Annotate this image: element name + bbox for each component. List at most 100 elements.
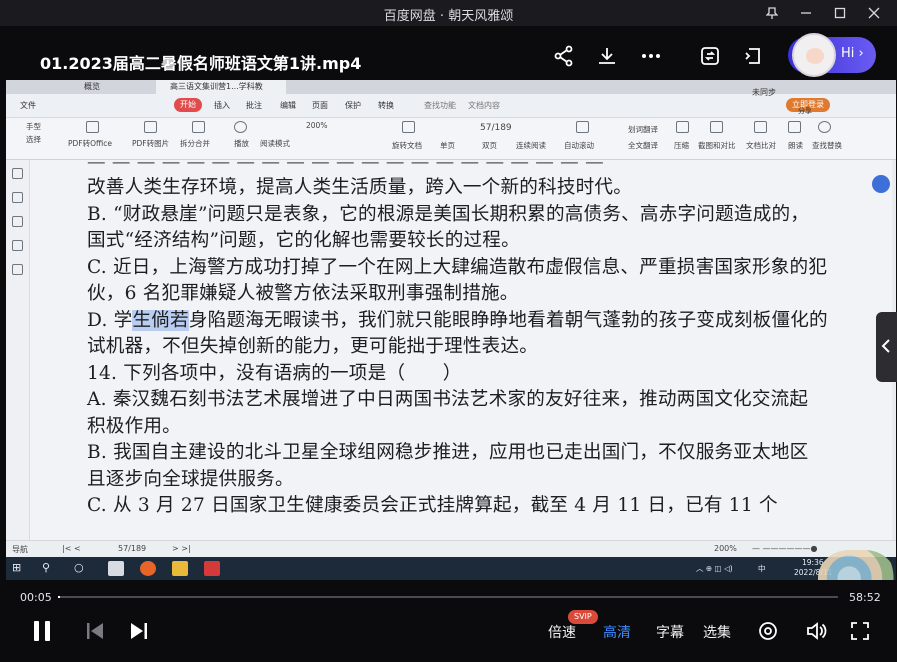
menu-insert[interactable]: 插入: [214, 100, 230, 111]
menu-start[interactable]: 开始: [174, 98, 202, 112]
wps-tab[interactable]: 概览: [70, 80, 100, 94]
menu-unsync[interactable]: 未同步: [752, 87, 776, 98]
firefox-icon[interactable]: [140, 561, 156, 576]
status-nav[interactable]: 导航: [12, 544, 28, 555]
tool-full-translate[interactable]: 全文翻译: [628, 140, 658, 151]
read-aloud-icon: [788, 121, 801, 133]
tool-auto-scroll[interactable]: 自动滚动: [564, 140, 594, 151]
close-button[interactable]: [857, 2, 891, 24]
menu-share[interactable]: 分享: [798, 106, 812, 116]
tool-double-page[interactable]: 双页: [482, 140, 497, 151]
play-icon: [234, 121, 247, 133]
minimize-button[interactable]: [789, 2, 823, 24]
doc-line: 积极作用。: [87, 416, 181, 437]
doc-line: B. 我国自主建设的北斗卫星全球组网稳步推进，应用也已走出国门，不仅服务亚太地区: [87, 442, 809, 463]
fullscreen-icon[interactable]: [847, 618, 873, 644]
bookmark-icon[interactable]: [12, 168, 23, 179]
store-icon[interactable]: [108, 561, 124, 576]
tool-compress[interactable]: 压缩: [674, 140, 689, 151]
menu-edit[interactable]: 编辑: [280, 100, 296, 111]
menu-search-feature[interactable]: 查找功能: [424, 100, 456, 111]
auto-scroll-icon: [576, 121, 589, 133]
zoom-slider[interactable]: — ——————●: [752, 544, 818, 553]
tool-pdf-office[interactable]: PDF转Office: [68, 138, 112, 149]
wps-app-icon[interactable]: [204, 561, 220, 576]
status-zoom[interactable]: 200%: [714, 544, 737, 553]
wps-menu-bar: 文件 开始 插入 批注 编辑 页面 保护 转换 查找功能 文档内容 立即登录 未…: [6, 88, 896, 118]
tool-read-aloud[interactable]: 朗读: [788, 140, 803, 151]
menu-protect[interactable]: 保护: [345, 100, 361, 111]
previous-button[interactable]: [81, 617, 109, 645]
maximize-button[interactable]: [823, 2, 857, 24]
pause-button[interactable]: [28, 617, 56, 645]
download-icon[interactable]: [594, 43, 620, 69]
tool-page-indicator[interactable]: 57/189: [480, 123, 512, 133]
video-title: 01.2023届高二暑假名师班语文第1讲.mp4: [40, 54, 362, 73]
wps-toolbar: 手型 选择 PDF转Office PDF转图片 拆分合并 200% 播放 阅读模…: [6, 118, 896, 160]
window-titlebar: 百度网盘 · 朝天风雅颂: [0, 0, 897, 26]
tool-read-mode[interactable]: 阅读模式: [260, 138, 290, 149]
quality-button[interactable]: 高清: [603, 622, 631, 642]
menu-page[interactable]: 页面: [312, 100, 328, 111]
tool-find-replace[interactable]: 查找替换: [812, 140, 842, 151]
tool-screenshot-compare[interactable]: 截图和对比: [698, 140, 736, 151]
share-icon[interactable]: [551, 43, 577, 69]
tool-play[interactable]: 播放: [234, 138, 249, 149]
screen-switch-icon[interactable]: [697, 43, 723, 69]
video-frame[interactable]: 概览 高三语文集训营1...学科教材.pdf 文件 开始 插入 批注 编辑 页面…: [6, 80, 896, 580]
compress-icon: [676, 121, 689, 133]
doc-line: 且逐步向全球提供服务。: [87, 469, 294, 490]
wps-tab-active[interactable]: 高三语文集训营1...学科教材.pdf: [156, 80, 286, 105]
subtitle-button[interactable]: 字幕: [656, 622, 684, 642]
pin-button[interactable]: [755, 2, 789, 24]
tray-icons[interactable]: ︿ ⊕ ◫ ◁): [696, 563, 733, 574]
float-tool-button[interactable]: [872, 175, 890, 193]
pause-icon: [34, 621, 50, 641]
comment-icon[interactable]: [12, 216, 23, 227]
assistant-button[interactable]: Hi ›: [788, 33, 876, 77]
status-next-icon[interactable]: > >|: [172, 544, 191, 553]
pip-icon[interactable]: [741, 43, 767, 69]
episode-button[interactable]: 选集: [703, 622, 731, 642]
side-panel-handle[interactable]: [876, 312, 897, 382]
tool-pdf-image[interactable]: PDF转图片: [132, 138, 169, 149]
windows-start-icon[interactable]: ⊞: [12, 561, 21, 574]
doc-line: A. 秦汉魏石刻书法艺术展增进了中日两国书法艺术家的友好往来，推动两国文化交流起: [87, 389, 809, 410]
tool-continuous[interactable]: 连续阅读: [516, 140, 546, 151]
progress-fill: [58, 596, 60, 598]
next-button[interactable]: [125, 617, 153, 645]
status-prev-icon[interactable]: |< <: [62, 544, 81, 553]
more-icon[interactable]: [638, 43, 664, 69]
explorer-icon[interactable]: [172, 561, 188, 576]
speed-button[interactable]: 倍速: [548, 622, 576, 642]
doc-line: 伙，6 名犯罪嫌疑人被警方依法采取刑事强制措施。: [87, 283, 519, 304]
screenshot-compare-icon: [710, 121, 723, 133]
ime-indicator[interactable]: 中: [758, 563, 766, 574]
document-page[interactable]: — — — — — — — — — — — — — — — — — — — — …: [30, 160, 892, 540]
tool-split-merge[interactable]: 拆分合并: [180, 138, 210, 149]
tool-translate[interactable]: 划词翻译: [628, 124, 658, 135]
settings-icon[interactable]: [755, 618, 781, 644]
task-view-icon[interactable]: ○: [74, 561, 84, 574]
wps-status-bar: 导航 |< < 57/189 > >| 200% — ——————●: [6, 540, 896, 557]
tool-rotate[interactable]: 旋转文档: [392, 140, 422, 151]
player-header: 01.2023届高二暑假名师班语文第1讲.mp4 Hi ›: [0, 26, 897, 82]
progress-bar[interactable]: [58, 596, 838, 598]
volume-icon[interactable]: [803, 618, 829, 644]
tool-select[interactable]: 选择: [26, 134, 41, 145]
taskbar-search-icon[interactable]: ⚲: [42, 561, 50, 574]
tool-hand[interactable]: 手型: [26, 121, 41, 132]
thumbnail-icon[interactable]: [12, 192, 23, 203]
status-page[interactable]: 57/189: [118, 544, 146, 553]
attachment-icon[interactable]: [12, 240, 23, 251]
tool-single-page[interactable]: 单页: [440, 140, 455, 151]
doc-line-highlighted: D. 学生倘若身陷题海无暇读书，我们就只能眼睁睁地看着朝气蓬勃的孩子变成刻板僵化…: [87, 310, 828, 331]
tool-doc-compare[interactable]: 文档比对: [746, 140, 776, 151]
tool-zoom[interactable]: 200%: [306, 121, 327, 130]
menu-doc-content[interactable]: 文档内容: [468, 100, 500, 111]
menu-file[interactable]: 文件: [20, 100, 36, 111]
signature-icon[interactable]: [12, 264, 23, 275]
menu-annotate[interactable]: 批注: [246, 100, 262, 111]
pdf-image-icon: [144, 121, 157, 133]
menu-convert[interactable]: 转换: [378, 100, 394, 111]
